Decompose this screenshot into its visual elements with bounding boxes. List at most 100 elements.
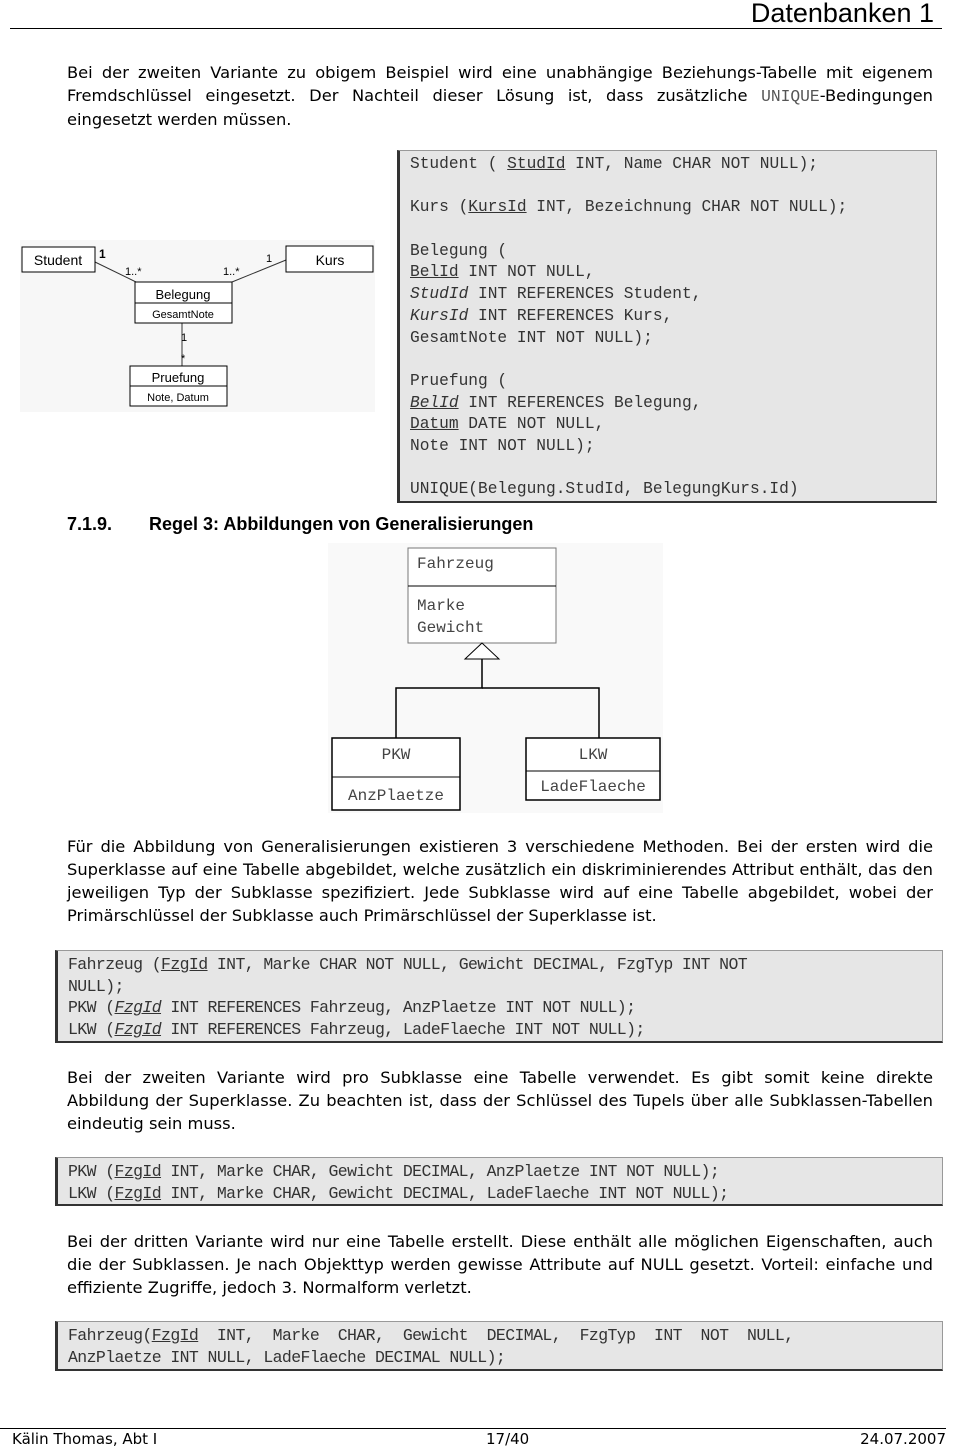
code-segment: INT, Marke CHAR, Gewicht DECIMAL, LadeFl… bbox=[161, 1183, 729, 1203]
code-line: Fahrzeug(FzgId INT, Marke CHAR, Gewicht … bbox=[68, 1325, 942, 1347]
code-segment: Pruefung ( bbox=[410, 371, 508, 390]
code-segment: Fahrzeug ( bbox=[68, 955, 162, 974]
code-line: Fahrzeug (FzgId INT, Marke CHAR NOT NULL… bbox=[68, 954, 942, 976]
code-segment: Note INT NOT NULL); bbox=[410, 436, 595, 455]
code-key-segment: BelId bbox=[410, 263, 459, 282]
sql-code-box-variant-3: Fahrzeug(FzgId INT, Marke CHAR, Gewicht … bbox=[55, 1321, 943, 1371]
code-segment: INT, Marke CHAR NOT NULL, Gewicht DECIMA… bbox=[207, 955, 748, 974]
sql-code-box-association: Student ( StudId INT, Name CHAR NOT NULL… bbox=[397, 150, 937, 503]
code-segment: StudId bbox=[410, 285, 469, 304]
paragraph-variant-1: Für die Abbildung von Generalisierungen … bbox=[67, 837, 933, 925]
class-student: Student bbox=[21, 246, 96, 273]
paragraph-variant-2: Bei der zweiten Variante wird pro Subkla… bbox=[67, 1068, 933, 1133]
code-line: AnzPlaetze INT NULL, LadeFlaeche DECIMAL… bbox=[68, 1347, 942, 1369]
paragraph-variant-3: Bei der dritten Variante wird nur eine T… bbox=[67, 1232, 933, 1297]
code-segment: UNIQUE(Belegung.StudId, BelegungKurs.Id) bbox=[410, 480, 799, 499]
code-line: BelId INT NOT NULL, bbox=[410, 262, 936, 284]
code-segment: PKW ( bbox=[68, 1162, 115, 1181]
code-segment: LKW ( bbox=[68, 1183, 115, 1203]
footer-page-number: 17/40 bbox=[486, 1430, 530, 1448]
code-segment: INT, Marke CHAR, Gewicht DECIMAL, AnzPla… bbox=[161, 1162, 720, 1181]
code-line: Belegung ( bbox=[410, 241, 936, 263]
multiplicity: 1..* bbox=[125, 266, 142, 278]
code-key-segment: FzgId bbox=[114, 1162, 162, 1181]
code-segment: DATE NOT NULL, bbox=[458, 415, 605, 434]
section-number: 7.1.9. bbox=[67, 514, 113, 534]
code-segment: INT, Marke CHAR, Gewicht DECIMAL, FzgTyp… bbox=[198, 1326, 794, 1345]
code-segment: Fahrzeug( bbox=[68, 1326, 152, 1345]
code-line: PKW (FzgId INT, Marke CHAR, Gewicht DECI… bbox=[68, 1161, 942, 1183]
class-fahrzeug: Fahrzeug Marke Gewicht bbox=[407, 547, 557, 644]
class-name: Pruefung bbox=[152, 370, 205, 385]
section-title: Regel 3: Abbildungen von Generalisierung… bbox=[149, 514, 534, 534]
code-segment: LKW ( bbox=[68, 1020, 115, 1040]
class-attribute: Gewicht bbox=[417, 619, 484, 637]
code-segment: Kurs ( bbox=[410, 198, 469, 217]
multiplicity: * bbox=[181, 353, 186, 365]
code-line: PKW (FzgId INT REFERENCES Fahrzeug, AnzP… bbox=[68, 997, 942, 1019]
multiplicity: 1 bbox=[99, 247, 106, 261]
class-attribute: Note, Datum bbox=[147, 392, 209, 404]
footer-date: 24.07.2007 bbox=[860, 1430, 946, 1448]
code-key-segment: FzgId bbox=[151, 1326, 199, 1345]
class-name: PKW bbox=[382, 746, 411, 764]
code-segment: KursId bbox=[410, 306, 469, 325]
class-name: LKW bbox=[579, 746, 608, 764]
code-line: StudId INT REFERENCES Student, bbox=[410, 284, 936, 306]
class-name: Fahrzeug bbox=[417, 555, 494, 573]
class-kurs: Kurs bbox=[285, 245, 374, 273]
code-segment: Belegung ( bbox=[410, 241, 508, 260]
code-segment: INT NOT NULL, bbox=[458, 263, 595, 282]
footer-author: Kälin Thomas, Abt I bbox=[12, 1430, 158, 1448]
code-key-segment: FzgId bbox=[161, 955, 208, 974]
class-pkw: PKW AnzPlaetze bbox=[331, 737, 461, 811]
code-segment: AnzPlaetze INT NULL, LadeFlaeche DECIMAL… bbox=[68, 1347, 506, 1367]
uml-generalization-diagram: Fahrzeug Marke Gewicht PKW AnzPlaetze LK… bbox=[328, 543, 663, 813]
header-divider bbox=[10, 28, 942, 29]
class-attribute: LadeFlaeche bbox=[540, 778, 646, 796]
code-segment: INT REFERENCES Student, bbox=[468, 285, 702, 304]
code-key-segment: Datum bbox=[410, 415, 459, 434]
code-key-segment: FzgId bbox=[114, 998, 162, 1018]
code-line: BelId INT REFERENCES Belegung, bbox=[410, 393, 936, 415]
code-segment: INT REFERENCES Belegung, bbox=[458, 393, 702, 412]
sql-code-box-variant-2: PKW (FzgId INT, Marke CHAR, Gewicht DECI… bbox=[55, 1157, 943, 1206]
code-key-segment: KursId bbox=[468, 198, 527, 217]
class-name: Belegung bbox=[156, 287, 211, 302]
code-key-segment: FzgId bbox=[114, 1020, 162, 1040]
code-segment: INT REFERENCES Fahrzeug, AnzPlaetze INT … bbox=[161, 998, 636, 1018]
code-line: LKW (FzgId INT, Marke CHAR, Gewicht DECI… bbox=[68, 1183, 942, 1205]
code-segment: INT REFERENCES Kurs, bbox=[468, 306, 673, 325]
multiplicity: 1 bbox=[266, 253, 272, 265]
uml-association-diagram: Student Kurs Belegung GesamtNote Pruefun… bbox=[20, 240, 375, 412]
code-key-segment: FzgId bbox=[114, 1183, 162, 1203]
code-segment: INT REFERENCES Fahrzeug, LadeFlaeche INT… bbox=[161, 1020, 645, 1040]
code-key-segment: StudId bbox=[507, 155, 566, 173]
intro-code: UNIQUE bbox=[761, 87, 820, 106]
code-segment: PKW ( bbox=[68, 998, 115, 1018]
code-key-segment: BelId bbox=[410, 393, 459, 412]
code-line: Pruefung ( bbox=[410, 371, 936, 393]
code-line: LKW (FzgId INT REFERENCES Fahrzeug, Lade… bbox=[68, 1019, 942, 1041]
multiplicity: 1..* bbox=[223, 266, 240, 278]
footer-divider bbox=[0, 1428, 946, 1429]
document-header-title: Datenbanken 1 bbox=[750, 0, 934, 28]
class-lkw: LKW LadeFlaeche bbox=[525, 737, 661, 801]
code-segment: INT, Name CHAR NOT NULL); bbox=[565, 155, 819, 173]
code-segment: GesamtNote INT NOT NULL); bbox=[410, 328, 653, 347]
class-attribute: Marke bbox=[417, 597, 465, 615]
code-line: Datum DATE NOT NULL, bbox=[410, 414, 936, 436]
code-segment: INT, Bezeichnung CHAR NOT NULL); bbox=[526, 198, 848, 217]
multiplicity: 1 bbox=[181, 332, 187, 344]
sql-code-box-variant-1: Fahrzeug (FzgId INT, Marke CHAR NOT NULL… bbox=[55, 950, 943, 1043]
code-line: Note INT NOT NULL); bbox=[410, 436, 936, 458]
intro-paragraph: Bei der zweiten Variante zu obigem Beisp… bbox=[67, 61, 933, 131]
code-line: NULL); bbox=[68, 976, 942, 998]
class-name: Kurs bbox=[316, 252, 345, 268]
code-line: UNIQUE(Belegung.StudId, BelegungKurs.Id) bbox=[410, 479, 936, 501]
class-name: Student bbox=[34, 252, 82, 268]
